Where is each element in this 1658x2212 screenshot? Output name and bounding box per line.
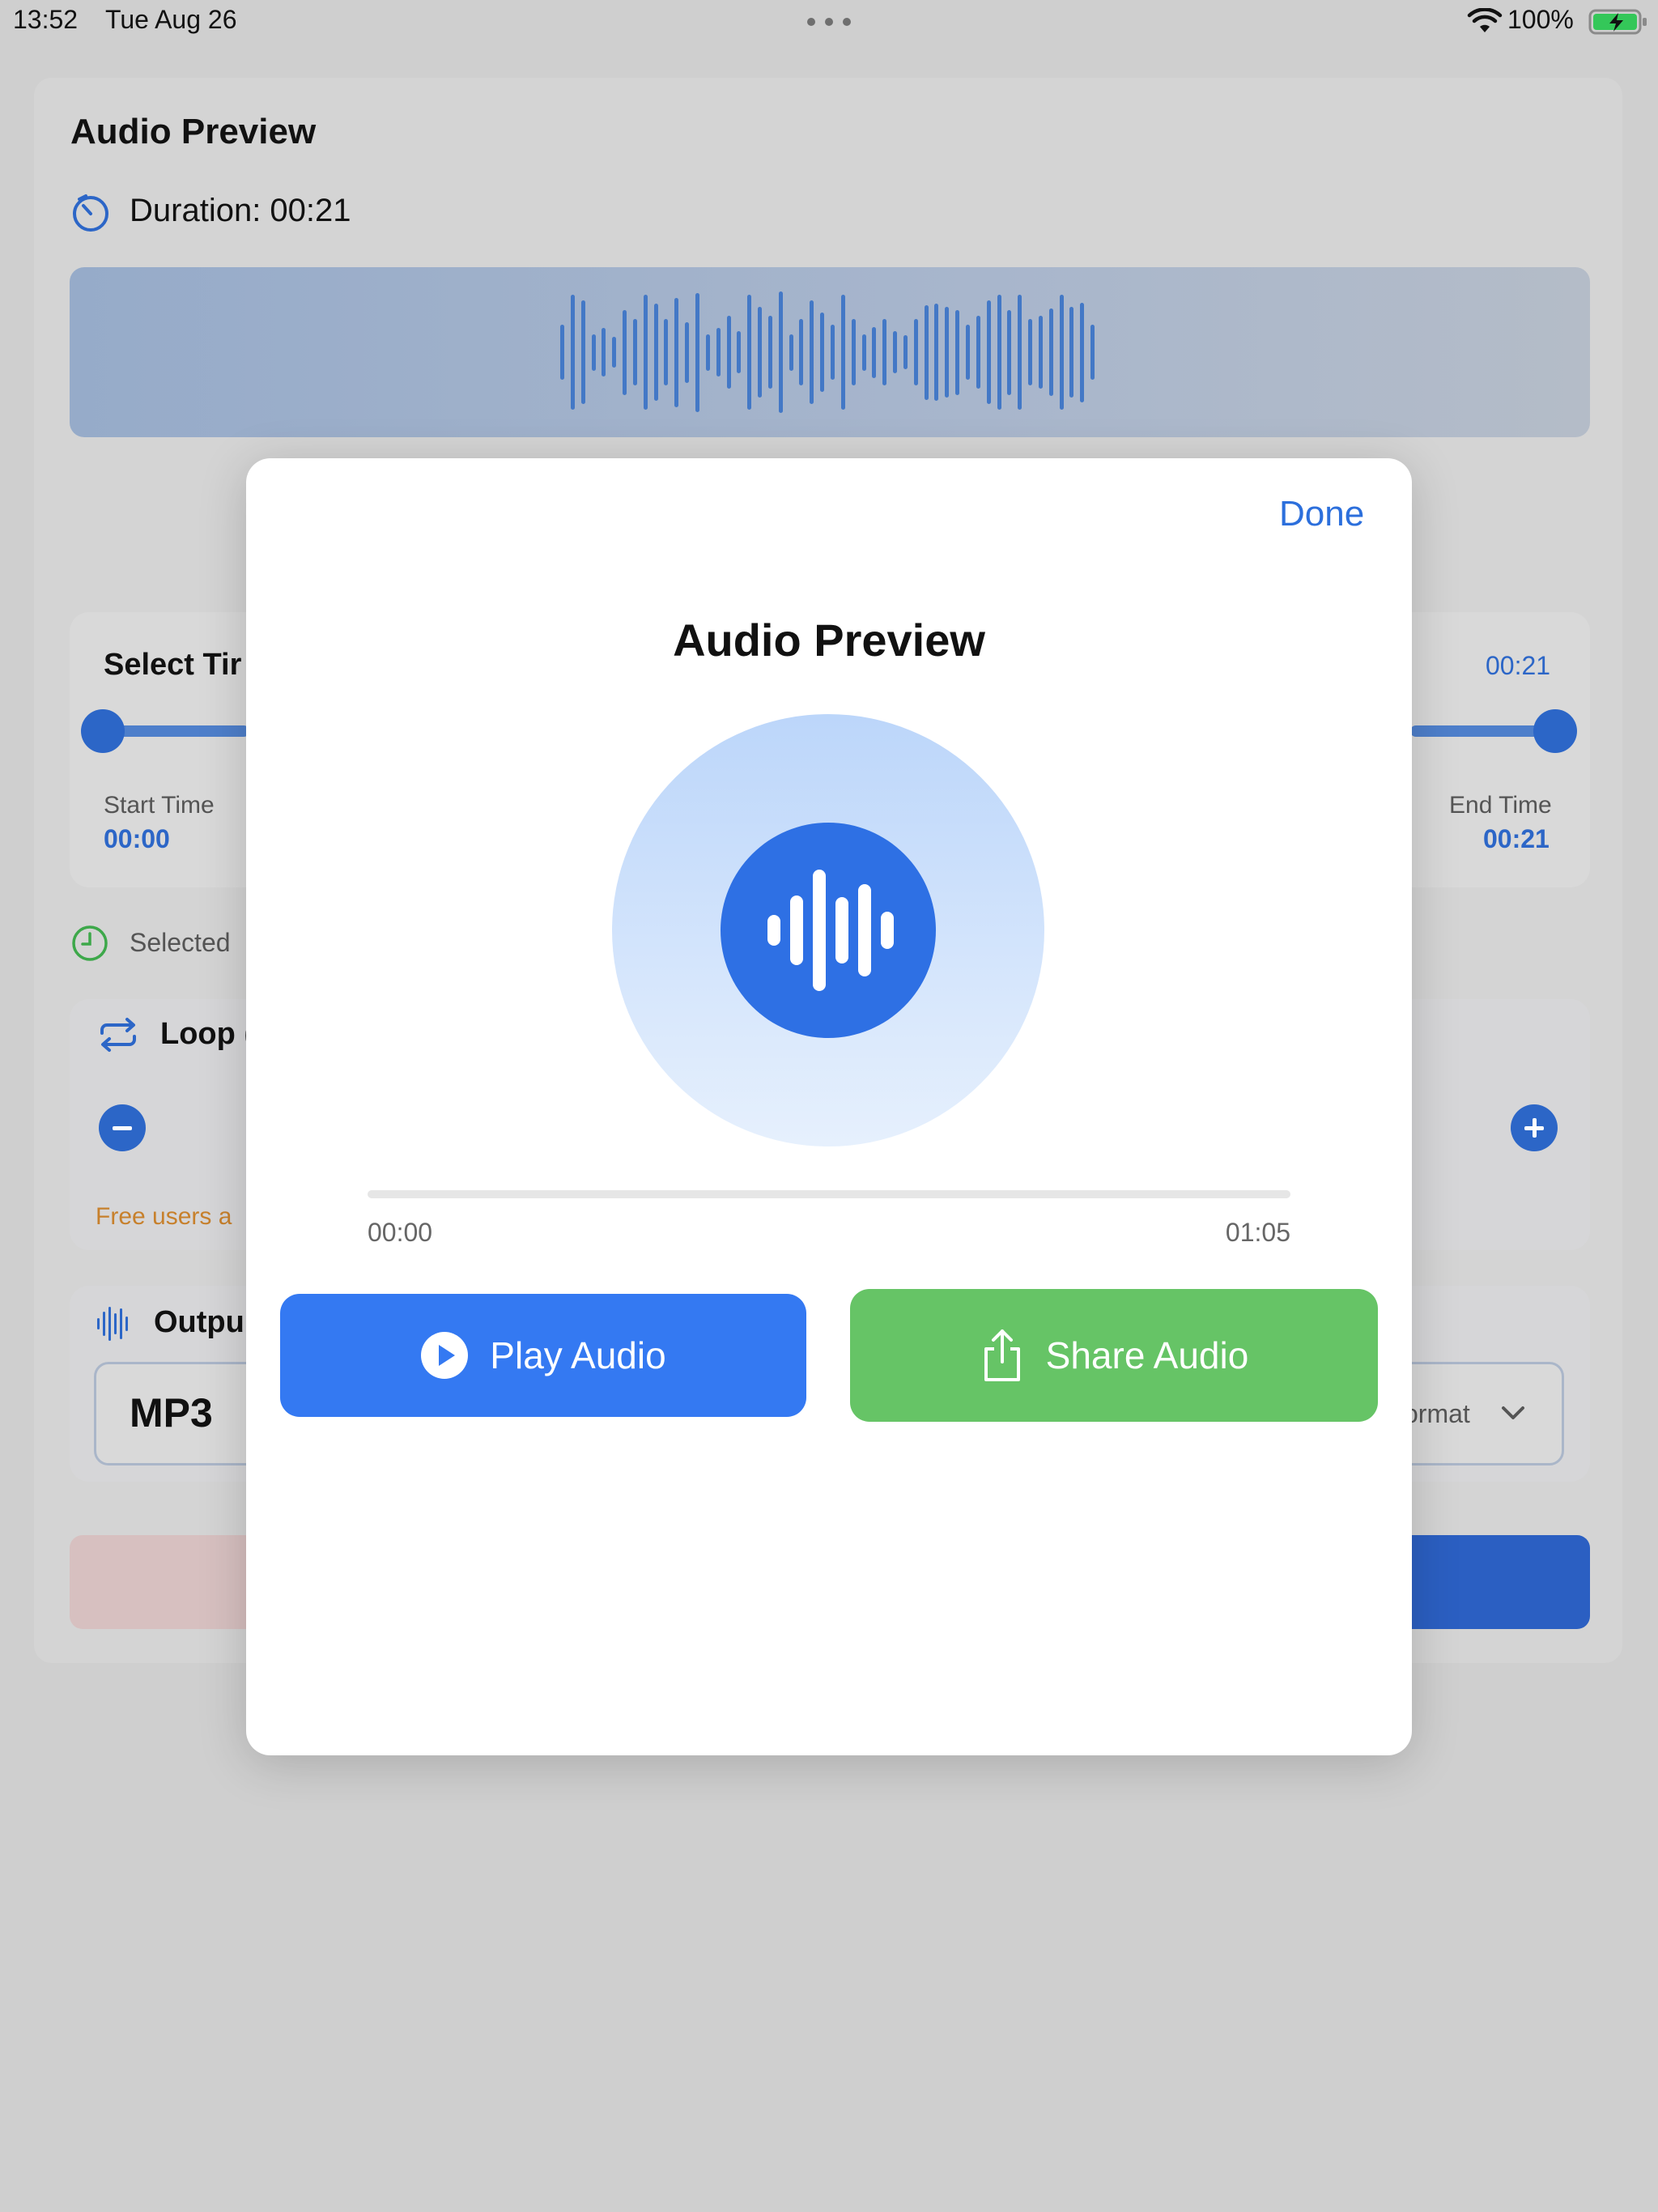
waveform-bar — [976, 316, 980, 389]
repeat-icon — [100, 1018, 136, 1052]
range-right-value: 00:21 — [1486, 651, 1551, 680]
minus-icon — [113, 1126, 132, 1130]
waveform-bar — [893, 330, 898, 374]
waveform-bar — [1038, 316, 1043, 389]
timer-icon — [73, 194, 108, 232]
waveform-bar — [966, 325, 970, 380]
background-title: Audio Preview — [70, 112, 317, 151]
waveform-bar — [934, 304, 939, 401]
end-time-label: End Time — [1449, 792, 1552, 819]
waveform-bar — [882, 318, 887, 386]
wifi-icon — [1467, 8, 1503, 32]
waveform — [560, 283, 1101, 421]
play-audio-button[interactable]: Play Audio — [280, 1294, 806, 1417]
range-end-handle[interactable] — [1533, 709, 1577, 753]
screen: 13:52 Tue Aug 26 100% Audio Preview Dura… — [0, 0, 1658, 2212]
waveform-bar — [695, 292, 699, 412]
waveform-bar — [591, 334, 596, 371]
waveform-bar — [570, 294, 575, 410]
waveform-icon — [97, 1307, 128, 1341]
waveform-bar — [986, 300, 991, 404]
plus-icon — [1524, 1118, 1544, 1138]
waveform-bar — [903, 335, 908, 369]
waveform-bar — [799, 318, 804, 386]
waveform-bar — [913, 318, 918, 386]
waveform-bar — [820, 313, 825, 392]
waveform-bar — [924, 304, 929, 400]
range-track-left — [104, 725, 249, 737]
waveform-bar — [831, 325, 835, 380]
free-users-note: Free users a — [96, 1203, 232, 1230]
duration-text: Duration: 00:21 — [130, 193, 351, 228]
playback-progress-bar[interactable] — [368, 1190, 1290, 1198]
loop-label: Loop ( — [160, 1017, 255, 1051]
waveform-bar — [612, 337, 617, 368]
waveform-bar — [1028, 318, 1033, 386]
start-time-label: Start Time — [104, 792, 215, 819]
status-time: 13:52 — [13, 5, 79, 34]
format-value: MP3 — [130, 1390, 213, 1436]
audio-waveform-icon — [767, 870, 894, 991]
waveform-bar — [643, 294, 648, 410]
current-time: 00:00 — [368, 1218, 433, 1247]
done-button[interactable]: Done — [1279, 494, 1364, 534]
waveform-bar — [997, 294, 1001, 410]
total-time: 01:05 — [1225, 1218, 1290, 1247]
waveform-bar — [664, 318, 669, 386]
status-date: Tue Aug 26 — [105, 5, 237, 34]
waveform-bar — [737, 330, 742, 374]
waveform-bar — [955, 309, 960, 395]
waveform-bar — [602, 328, 606, 376]
waveform-bar — [840, 294, 845, 410]
share-audio-button[interactable]: Share Audio — [850, 1289, 1378, 1422]
waveform-bar — [580, 300, 585, 404]
loop-decrement-button[interactable] — [99, 1104, 146, 1151]
range-start-handle[interactable] — [81, 709, 125, 753]
battery-charging-icon — [1588, 9, 1647, 35]
waveform-bar — [861, 334, 866, 371]
format-placeholder: ormat — [1404, 1399, 1470, 1428]
waveform-bar — [653, 304, 658, 401]
waveform-bar — [705, 334, 710, 371]
waveform-bar — [778, 291, 783, 413]
waveform-bar — [872, 326, 877, 378]
waveform-bar — [1090, 325, 1095, 380]
waveform-bar — [1069, 306, 1074, 398]
waveform-bar — [1007, 309, 1012, 395]
waveform-bar — [767, 316, 772, 389]
output-label: Outpu — [154, 1305, 244, 1339]
modal-title: Audio Preview — [673, 615, 985, 666]
waveform-bar — [747, 294, 752, 410]
waveform-bar — [945, 306, 950, 398]
waveform-bar — [726, 316, 731, 389]
waveform-bar — [851, 318, 856, 386]
waveform-bar — [685, 321, 690, 383]
waveform-bar — [674, 297, 679, 407]
status-bar: 13:52 Tue Aug 26 100% — [0, 0, 1658, 42]
chevron-down-icon — [1502, 1406, 1524, 1419]
waveform-bar — [810, 300, 814, 404]
waveform-bar — [716, 328, 721, 376]
start-time-value: 00:00 — [104, 824, 170, 853]
waveform-bar — [758, 306, 763, 398]
multitask-dots-icon[interactable] — [804, 13, 854, 29]
range-title: Select Tir — [104, 648, 242, 682]
waveform-bar — [789, 334, 793, 371]
end-time-value: 00:21 — [1483, 824, 1550, 853]
waveform-bar — [1080, 302, 1085, 402]
selected-text: Selected — [130, 928, 231, 957]
waveform-bar — [560, 325, 564, 380]
battery-percent: 100% — [1507, 5, 1574, 34]
share-audio-label: Share Audio — [1045, 1334, 1249, 1376]
play-audio-label: Play Audio — [490, 1334, 666, 1376]
play-circle-icon — [421, 1332, 469, 1379]
waveform-bar — [1048, 308, 1053, 396]
waveform-bar — [632, 318, 637, 386]
loop-increment-button[interactable] — [1511, 1104, 1558, 1151]
waveform-bar — [623, 309, 627, 395]
clock-icon — [72, 925, 108, 961]
waveform-bar — [1059, 294, 1064, 410]
share-icon — [984, 1329, 1020, 1381]
waveform-bar — [1018, 294, 1022, 410]
